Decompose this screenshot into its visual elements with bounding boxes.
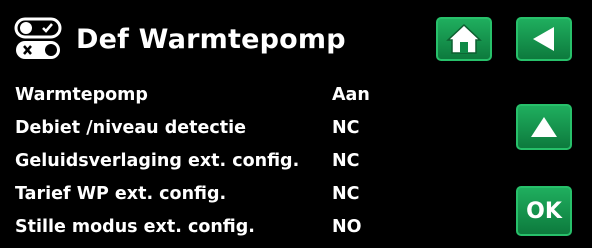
setting-label: Stille modus ext. config. [15, 216, 255, 237]
ok-button-label: OK [526, 198, 562, 224]
back-button[interactable] [516, 17, 572, 61]
page-header: Def Warmtepomp [14, 14, 346, 64]
setting-label: Tarief WP ext. config. [15, 183, 227, 204]
list-item[interactable]: Warmtepomp Aan [15, 78, 415, 111]
back-arrow-icon [533, 27, 554, 51]
settings-list: Warmtepomp Aan Debiet /niveau detectie N… [15, 78, 415, 243]
list-item[interactable]: Tarief WP ext. config. NC [15, 177, 415, 210]
setting-label: Geluidsverlaging ext. config. [15, 150, 300, 171]
scroll-up-button[interactable] [516, 104, 572, 150]
up-arrow-icon [531, 117, 557, 137]
list-item[interactable]: Stille modus ext. config. NO [15, 210, 415, 243]
home-button[interactable] [436, 17, 492, 61]
setting-value: NC [332, 183, 360, 204]
setting-value: NC [332, 117, 360, 138]
setting-label: Warmtepomp [15, 84, 148, 105]
page-title: Def Warmtepomp [76, 23, 346, 55]
setting-label: Debiet /niveau detectie [15, 117, 246, 138]
home-icon [446, 23, 482, 54]
list-item[interactable]: Debiet /niveau detectie NC [15, 111, 415, 144]
toggle-switches-icon [14, 17, 62, 59]
setting-value: NO [332, 216, 362, 237]
ok-button[interactable]: OK [516, 186, 572, 236]
list-item[interactable]: Geluidsverlaging ext. config. NC [15, 144, 415, 177]
setting-value: NC [332, 150, 360, 171]
setting-value: Aan [332, 84, 370, 105]
